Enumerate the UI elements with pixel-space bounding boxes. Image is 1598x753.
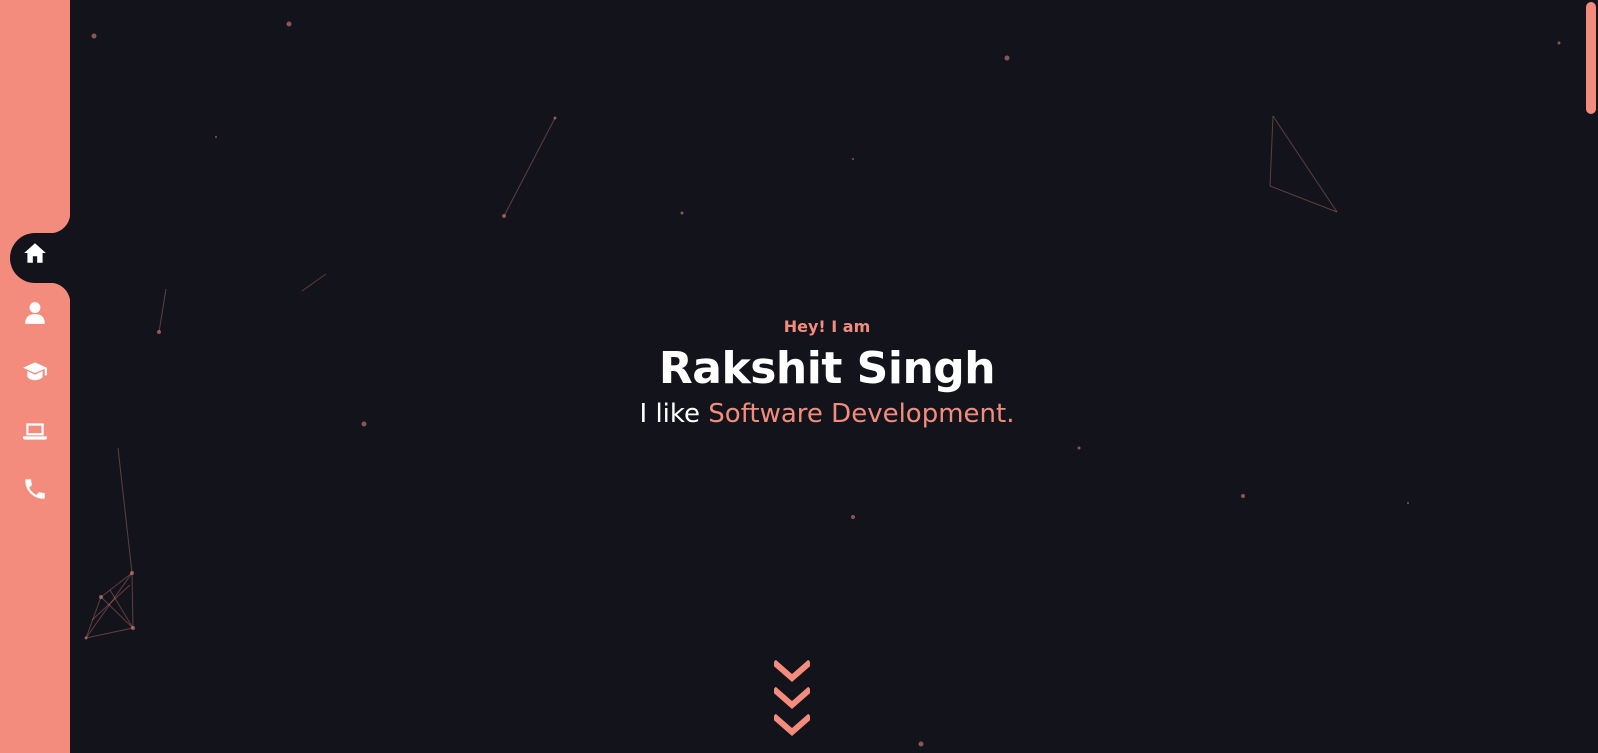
graduation-cap-icon: [23, 362, 47, 381]
tagline-prefix: I like: [639, 399, 709, 429]
hero-tagline: I like Software Development.: [70, 396, 1584, 432]
scrollbar-thumb[interactable]: [1586, 2, 1596, 114]
tagline-accent: Software Development.: [708, 399, 1015, 429]
user-icon: [25, 302, 45, 324]
nav-item-about[interactable]: [14, 292, 56, 334]
nav-item-home[interactable]: [14, 232, 56, 274]
scrollbar[interactable]: [1584, 0, 1598, 753]
chevron-down-icon: [771, 659, 813, 682]
nav-item-projects[interactable]: [14, 410, 56, 452]
nav-item-education[interactable]: [14, 350, 56, 392]
nav-item-contact[interactable]: [14, 468, 56, 510]
laptop-icon: [23, 423, 47, 440]
chevron-down-icon: [771, 686, 813, 709]
home-icon: [24, 243, 46, 263]
hero-section: Hey! I am Rakshit Singh I like Software …: [70, 316, 1584, 432]
scroll-down-button[interactable]: [771, 659, 813, 741]
sidebar-nav: [0, 0, 70, 753]
phone-icon: [25, 479, 45, 499]
chevron-down-icon: [771, 713, 813, 736]
hero-greeting: Hey! I am: [783, 317, 871, 336]
hero-name: Rakshit Singh: [658, 343, 996, 394]
